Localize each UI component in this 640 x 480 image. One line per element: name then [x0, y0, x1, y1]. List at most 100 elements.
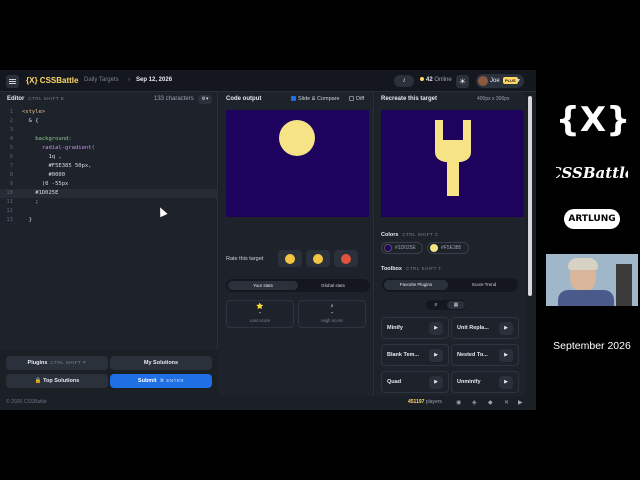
checkbox-icon	[349, 96, 354, 101]
code-text: }	[22, 217, 32, 223]
code-line[interactable]: 11 ;	[0, 198, 217, 207]
artlung-logo: ARTLUNG	[564, 209, 620, 229]
breadcrumb-separator: ›	[128, 77, 130, 83]
play-icon[interactable]: ▶	[429, 376, 443, 389]
line-number: 2	[9, 118, 13, 124]
code-text: & {	[22, 118, 39, 124]
emoji-happy-button[interactable]	[278, 250, 302, 267]
target-panel: Recreate this target 400px x 300px Color…	[375, 92, 525, 410]
players-count: 451197 players	[408, 399, 442, 405]
emoji-angry-button[interactable]	[334, 250, 358, 267]
code-text: )0 -55px	[22, 181, 69, 187]
code-line[interactable]: 7 #F5E385 50px,	[0, 162, 217, 171]
plugin-quad[interactable]: Quad ▶	[381, 371, 449, 393]
target-image[interactable]	[381, 110, 524, 217]
plugin-unit-replace[interactable]: Unit Repla... ▶	[451, 317, 519, 339]
line-number: 8	[9, 172, 13, 178]
plugin-blank-template[interactable]: Blank Tem... ▶	[381, 344, 449, 366]
code-line[interactable]: 12	[0, 207, 217, 216]
code-line[interactable]: 1 <style>	[0, 108, 217, 117]
online-count: 42	[426, 77, 433, 83]
github-icon[interactable]: ◉	[456, 399, 461, 406]
tab-global-stats[interactable]: Global stats	[298, 281, 368, 290]
plugins-button[interactable]: Plugins CTRL SHIFT P	[6, 356, 108, 370]
color-swatch-1[interactable]: #1D025E	[381, 242, 423, 254]
list-view-icon[interactable]: ≡	[427, 301, 445, 309]
target-size: 400px x 300px	[477, 96, 510, 102]
code-text: #0000	[22, 172, 66, 178]
code-line[interactable]: 2 & {	[0, 117, 217, 126]
discord-icon[interactable]: ◈	[472, 399, 477, 406]
high-score-card: ⚡ - High score	[298, 300, 366, 328]
code-output-title: Code output	[226, 96, 262, 102]
bell-icon[interactable]: ♪	[394, 75, 414, 87]
target-wrench-shape	[435, 120, 471, 196]
play-icon[interactable]: ▶	[499, 376, 513, 389]
code-line[interactable]: 3	[0, 126, 217, 135]
bluesky-icon[interactable]: ◆	[488, 399, 493, 406]
breadcrumb-date: Sep 12, 2026	[136, 77, 173, 83]
line-number: 7	[9, 163, 13, 169]
submit-button[interactable]: Submit ⌘ ENTER	[110, 374, 212, 388]
user-name: Joe	[490, 78, 500, 84]
background-object	[616, 264, 632, 306]
code-editor[interactable]: 1 <style> 2 & {3 4 background: 5 radial-grad…	[0, 108, 217, 225]
line-number: 6	[9, 154, 13, 160]
plugin-nested-to[interactable]: Nested To... ▶	[451, 344, 519, 366]
person-shirt	[558, 290, 614, 306]
code-text: ;	[22, 199, 39, 205]
color-swatch-2[interactable]: #F5E385	[427, 242, 469, 254]
x-icon[interactable]: ✕	[504, 399, 509, 406]
play-icon[interactable]: ▶	[499, 322, 513, 335]
target-title: Recreate this target	[381, 96, 438, 102]
youtube-icon[interactable]: ▶	[518, 399, 523, 406]
menu-icon[interactable]	[6, 75, 19, 88]
brand-logo[interactable]: {X} CSSBattle	[26, 76, 78, 85]
copyright: © 2026 CSSBattle	[6, 399, 47, 405]
emoji-neutral-button[interactable]	[306, 250, 330, 267]
code-line[interactable]: 8 #0000	[0, 171, 217, 180]
output-circle	[279, 120, 315, 156]
diff-toggle[interactable]: Diff	[349, 96, 364, 102]
line-number: 13	[6, 217, 13, 223]
svg-text:CSSBattle: CSSBattle	[556, 164, 628, 182]
top-solutions-button[interactable]: 🔒 Top Solutions	[6, 374, 108, 388]
character-count: 133 characters	[154, 96, 194, 102]
plugin-minify[interactable]: Minify ▶	[381, 317, 449, 339]
view-toggle: ≡ ▦	[426, 300, 466, 310]
last-score-value: -	[258, 310, 262, 317]
line-number: 1	[9, 109, 13, 115]
slide-compare-toggle[interactable]: Slide & Compare	[291, 96, 340, 102]
star-icon: ⭐	[256, 304, 264, 310]
play-icon[interactable]: ▶	[499, 349, 513, 362]
stats-tabs: Your stats Global stats	[226, 279, 370, 292]
output-canvas[interactable]	[226, 110, 369, 217]
theme-toggle-icon[interactable]: ☀	[456, 75, 469, 88]
editor-panel: Editor CTRL SHIFT E 133 characters ⚙▾ 1 <s…	[0, 92, 218, 350]
play-icon[interactable]: ▶	[429, 349, 443, 362]
tab-favorite-plugins[interactable]: Favorite Plugins	[384, 280, 448, 290]
high-score-value: -	[330, 310, 334, 317]
tab-your-stats[interactable]: Your stats	[228, 281, 298, 290]
grid-view-icon[interactable]: ▦	[447, 301, 465, 309]
plugin-unminify[interactable]: Unminify ▶	[451, 371, 519, 393]
scrollbar[interactable]	[528, 96, 532, 296]
breadcrumb-daily-targets[interactable]: Daily Targets	[84, 77, 119, 83]
code-line[interactable]: 6 1q ,	[0, 153, 217, 162]
person-hair	[568, 258, 598, 270]
code-line[interactable]: 10 #1D025E	[0, 189, 217, 198]
code-line[interactable]: 5 radial-gradient(	[0, 144, 217, 153]
colors-label: Colors CTRL SHIFT C	[381, 232, 439, 238]
user-menu[interactable]: Joe PLUS ▾	[476, 74, 524, 88]
code-line[interactable]: 4 background:	[0, 135, 217, 144]
tab-score-trend[interactable]: Score Trend	[452, 280, 516, 290]
my-solutions-button[interactable]: My Solutions	[110, 356, 212, 370]
code-line[interactable]: 13 }	[0, 216, 217, 225]
play-icon[interactable]: ▶	[429, 322, 443, 335]
code-line[interactable]: 9 )0 -55px	[0, 180, 217, 189]
avatar	[478, 76, 488, 86]
code-text: <style>	[22, 109, 46, 115]
line-number: 10	[6, 190, 13, 196]
line-number: 12	[6, 208, 13, 214]
gear-icon[interactable]: ⚙▾	[198, 95, 212, 104]
